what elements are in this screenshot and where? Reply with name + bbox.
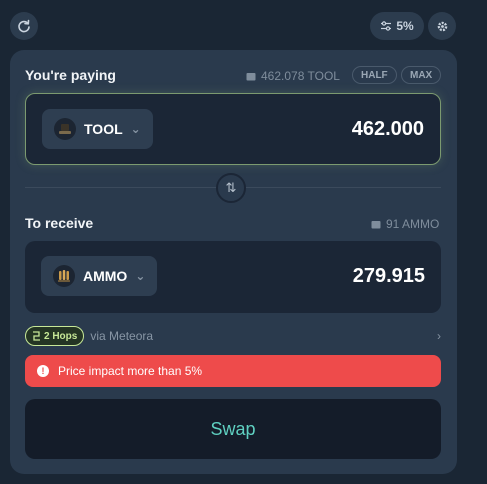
tool-token-icon (54, 118, 76, 140)
price-impact-warning: ! Price impact more than 5% (25, 355, 441, 387)
chevron-right-icon[interactable]: › (437, 329, 441, 343)
warning-text: Price impact more than 5% (58, 364, 203, 378)
route-icon (33, 331, 40, 341)
pay-token-select[interactable]: TOOL ⌄ (42, 109, 153, 149)
route-row[interactable]: 2 Hops via Meteora › (25, 326, 441, 346)
sliders-icon (381, 21, 392, 31)
receive-token-select[interactable]: AMMO ⌄ (41, 256, 158, 296)
chevron-down-icon: ⌄ (135, 269, 146, 283)
slippage-value: 5% (396, 19, 414, 33)
swap-button[interactable]: Swap (25, 399, 441, 459)
hops-label: 2 Hops (44, 330, 78, 342)
settings-button[interactable] (428, 12, 456, 40)
slippage-button[interactable]: 5% (370, 12, 424, 40)
pay-input-box[interactable]: TOOL ⌄ 462.000 (25, 93, 441, 165)
arrows-updown-icon: ⇅ (225, 180, 237, 195)
receive-balance-text: 91 AMMO (386, 217, 440, 231)
pay-balance: 462.078 TOOL (246, 69, 340, 83)
wallet-icon (371, 220, 381, 228)
wallet-icon (246, 72, 256, 80)
receive-token-name: AMMO (83, 268, 128, 284)
ammo-token-icon (53, 265, 75, 287)
chevron-down-icon: ⌄ (130, 122, 141, 136)
pay-amount-input[interactable]: 462.000 (352, 118, 424, 141)
refresh-button[interactable] (10, 12, 38, 40)
receive-title: To receive (25, 215, 94, 231)
gear-icon (437, 21, 447, 31)
receive-output-box: AMMO ⌄ 279.915 (25, 241, 441, 313)
receive-amount: 279.915 (352, 265, 425, 287)
max-button[interactable]: MAX (401, 66, 442, 84)
receive-balance: 91 AMMO (371, 217, 439, 231)
hops-badge: 2 Hops (25, 326, 85, 346)
pay-token-name: TOOL (84, 121, 123, 137)
swap-direction-button[interactable]: ⇅ (216, 173, 246, 203)
pay-balance-text: 462.078 TOOL (261, 69, 340, 83)
refresh-icon (18, 19, 30, 33)
route-provider: via Meteora (90, 329, 154, 343)
alert-circle-icon: ! (37, 365, 49, 377)
half-button[interactable]: HALF (352, 66, 397, 84)
pay-title: You're paying (25, 67, 116, 83)
swap-panel: You're paying 462.078 TOOL HALF MAX TOOL… (10, 50, 457, 474)
